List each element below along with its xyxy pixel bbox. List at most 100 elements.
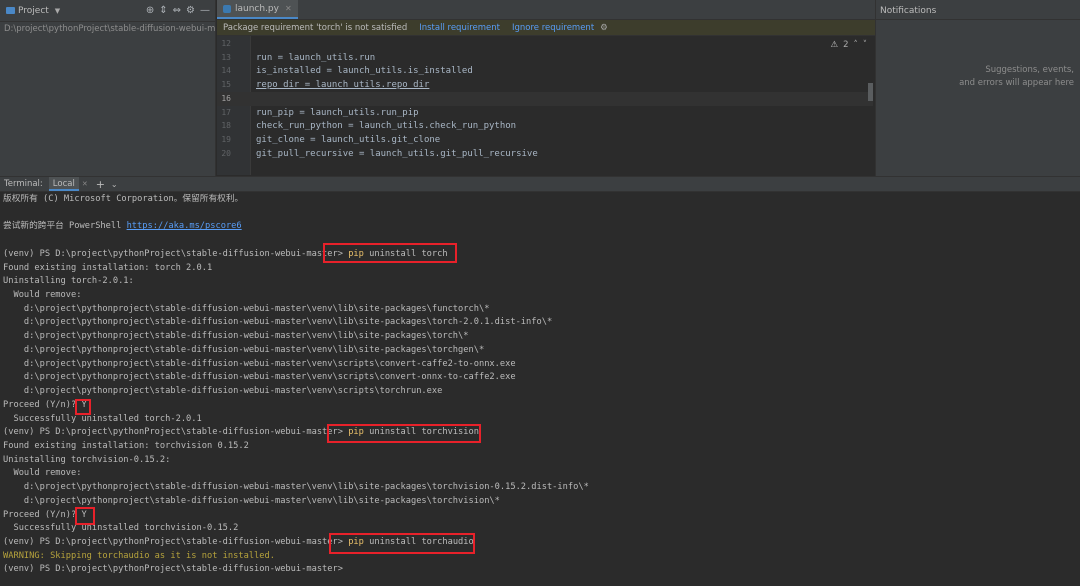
terminal-text: Successfully uninstalled torch-2.0.1 bbox=[3, 413, 202, 424]
chevron-down-icon[interactable]: ˅ bbox=[863, 40, 867, 50]
code-line[interactable]: 18 check_run_python = launch_utils.check_… bbox=[217, 119, 873, 133]
code-text: is_installed = launch_utils.is_installed bbox=[256, 66, 473, 77]
locate-icon[interactable]: ⊕ bbox=[146, 5, 154, 16]
terminal-link[interactable]: https://aka.ms/pscore6 bbox=[127, 221, 242, 231]
code-text: run_pip = launch_utils.run_pip bbox=[256, 107, 419, 118]
terminal-text: 尝试新的跨平台 PowerShell bbox=[3, 221, 127, 232]
close-icon[interactable]: ✕ bbox=[82, 180, 88, 188]
chevron-down-icon[interactable]: ▼ bbox=[55, 7, 60, 15]
hide-icon[interactable]: — bbox=[200, 5, 210, 16]
collapse-all-icon[interactable]: ⇔ bbox=[173, 5, 181, 16]
python-file-icon bbox=[223, 4, 231, 13]
highlight-box bbox=[329, 533, 475, 554]
terminal-text: d:\project\pythonproject\stable-diffusio… bbox=[3, 331, 469, 342]
code-text: git_pull_recursive = launch_utils.git_pu… bbox=[256, 148, 538, 159]
terminal-line: d:\project\pythonproject\stable-diffusio… bbox=[3, 371, 516, 385]
chevron-down-icon[interactable]: ⌄ bbox=[111, 180, 118, 189]
line-number: 20 bbox=[221, 148, 231, 158]
terminal-text: (venv) PS D:\project\pythonProject\stabl… bbox=[3, 537, 349, 547]
expand-all-icon[interactable]: ⇕ bbox=[159, 5, 167, 16]
terminal-text: d:\project\pythonproject\stable-diffusio… bbox=[3, 372, 516, 383]
terminal-text: (venv) PS D:\project\pythonProject\stabl… bbox=[3, 427, 349, 438]
terminal-line: d:\project\pythonproject\stable-diffusio… bbox=[3, 385, 442, 399]
terminal-text: d:\project\pythonproject\stable-diffusio… bbox=[3, 386, 443, 397]
terminal-line: Uninstalling torch-2.0.1: bbox=[3, 275, 134, 289]
terminal-text: Would remove: bbox=[3, 290, 82, 301]
inspection-widget[interactable]: ⚠ 2 ˄ ˅ bbox=[830, 40, 867, 50]
code-line[interactable]: 19 git_clone = launch_utils.git_clone bbox=[217, 133, 873, 147]
code-line[interactable]: 13 run = launch_utils.run bbox=[217, 51, 873, 65]
terminal-line: d:\project\pythonproject\stable-diffusio… bbox=[3, 303, 490, 317]
notifications-title: Notifications bbox=[876, 0, 1080, 20]
chevron-up-icon[interactable]: ˄ bbox=[854, 40, 858, 50]
terminal-text: Successfully uninstalled torchvision-0.1… bbox=[3, 523, 239, 534]
terminal-text: WARNING: Skipping torchaudio as it is no… bbox=[3, 550, 275, 561]
warning-icon: ⚠ bbox=[830, 40, 839, 50]
terminal-line: d:\project\pythonproject\stable-diffusio… bbox=[3, 358, 516, 372]
line-number: 12 bbox=[221, 39, 231, 48]
terminal-text: Found existing installation: torch 2.0.1 bbox=[3, 262, 213, 273]
code-line[interactable]: 14 is_installed = launch_utils.is_install… bbox=[217, 64, 873, 78]
code-text: git_clone = launch_utils.git_clone bbox=[256, 134, 441, 145]
banner-message: Package requirement 'torch' is not satis… bbox=[223, 22, 408, 33]
terminal-line: Found existing installation: torch 2.0.1 bbox=[3, 262, 212, 276]
tab-label: launch.py bbox=[235, 3, 279, 14]
scrollbar-thumb[interactable] bbox=[868, 83, 873, 101]
terminal-text: Proceed (Y/n)? bbox=[3, 399, 82, 410]
code-line[interactable]: 20 git_pull_recursive = launch_utils.git_… bbox=[217, 147, 873, 161]
line-number: 17 bbox=[221, 107, 231, 117]
terminal-text: Proceed (Y/n)? bbox=[3, 509, 82, 520]
line-number: 19 bbox=[221, 134, 231, 144]
terminal-text: d:\project\pythonproject\stable-diffusio… bbox=[3, 303, 490, 314]
terminal-line: d:\project\pythonproject\stable-diffusio… bbox=[3, 481, 589, 495]
terminal-text: d:\project\pythonproject\stable-diffusio… bbox=[3, 482, 589, 493]
code-line[interactable]: 12 bbox=[217, 37, 873, 51]
tab-local-terminal[interactable]: Local bbox=[48, 177, 79, 191]
terminal-text: d:\project\pythonproject\stable-diffusio… bbox=[3, 495, 500, 506]
gear-icon[interactable]: ⚙ bbox=[186, 5, 195, 16]
terminal-line: Successfully uninstalled torch-2.0.1 bbox=[3, 413, 202, 427]
terminal-line: Would remove: bbox=[3, 467, 81, 481]
terminal-line: WARNING: Skipping torchaudio as it is no… bbox=[3, 550, 275, 564]
terminal-line: 版权所有 (C) Microsoft Corporation。保留所有权利。 bbox=[3, 193, 243, 207]
project-panel-title[interactable]: Project bbox=[18, 6, 49, 16]
notifications-empty-message: Suggestions, events, and errors will app… bbox=[959, 64, 1074, 90]
highlight-box bbox=[323, 243, 457, 263]
terminal-text: Would remove: bbox=[3, 468, 82, 479]
project-toolbar: ⊕ ⇕ ⇔ ⚙ — bbox=[146, 5, 215, 16]
terminal-output[interactable]: 版权所有 (C) Microsoft Corporation。保留所有权利。 尝试… bbox=[0, 192, 1080, 586]
terminal-line: 尝试新的跨平台 PowerShell https://aka.ms/pscore… bbox=[3, 220, 242, 234]
project-root-item[interactable]: D:\project\pythonProject\stable-diffusio… bbox=[0, 22, 215, 36]
code-line[interactable]: 17 run_pip = launch_utils.run_pip bbox=[217, 106, 873, 120]
notifications-line: Suggestions, events, bbox=[985, 65, 1074, 75]
gear-icon[interactable]: ⚙ bbox=[600, 23, 608, 33]
notifications-line: and errors will appear here bbox=[959, 78, 1074, 88]
code-area[interactable]: 12 13 run = launch_utils.run 14 is_installed… bbox=[217, 36, 875, 175]
terminal-text: (venv) PS D:\project\pythonProject\stabl… bbox=[3, 248, 349, 259]
line-number: 18 bbox=[221, 121, 231, 131]
ignore-requirement-link[interactable]: Ignore requirement bbox=[512, 23, 594, 33]
close-icon[interactable]: ✕ bbox=[285, 4, 292, 13]
terminal-text: Uninstalling torchvision-0.15.2: bbox=[3, 454, 171, 465]
install-requirement-link[interactable]: Install requirement bbox=[419, 23, 500, 33]
terminal-text: d:\project\pythonproject\stable-diffusio… bbox=[3, 317, 553, 328]
tab-launch-py[interactable]: launch.py ✕ bbox=[217, 0, 298, 19]
code-line[interactable]: 15 repo_dir = launch_utils.repo_dir bbox=[217, 78, 873, 92]
terminal-text: d:\project\pythonproject\stable-diffusio… bbox=[3, 344, 485, 355]
terminal-text: Found existing installation: torchvision… bbox=[3, 440, 249, 451]
terminal-text: 版权所有 (C) Microsoft Corporation。保留所有权利。 bbox=[3, 194, 244, 204]
add-icon[interactable]: + bbox=[96, 178, 105, 191]
terminal-line: Would remove: bbox=[3, 289, 81, 303]
terminal-line: Successfully uninstalled torchvision-0.1… bbox=[3, 522, 238, 536]
folder-icon bbox=[6, 7, 15, 14]
line-number: 16 bbox=[221, 93, 231, 103]
terminal-text: d:\project\pythonproject\stable-diffusio… bbox=[3, 358, 516, 369]
code-line[interactable]: 16 bbox=[217, 91, 873, 106]
highlight-box bbox=[75, 399, 91, 415]
terminal-line: Uninstalling torchvision-0.15.2: bbox=[3, 454, 170, 468]
line-number: 13 bbox=[221, 52, 231, 62]
requirement-banner: Package requirement 'torch' is not satis… bbox=[217, 20, 875, 36]
terminal-line: d:\project\pythonproject\stable-diffusio… bbox=[3, 330, 469, 344]
warning-count: 2 bbox=[843, 40, 849, 50]
project-panel-header: Project ▼ ⊕ ⇕ ⇔ ⚙ — bbox=[0, 0, 215, 22]
